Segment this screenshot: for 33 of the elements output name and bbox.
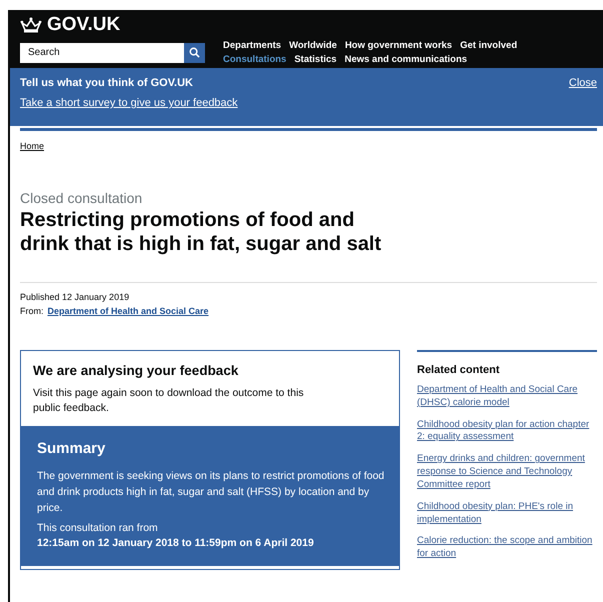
related-title: Related content (417, 364, 501, 376)
consultation-dates: 12:15am on 12 January 2018 to 11:59pm on 6 April 2019 (37, 536, 315, 552)
close-link[interactable]: Close (568, 77, 597, 89)
related-link[interactable]: Childhood obesity plan for action chapter 2: equality assessment (417, 418, 597, 444)
related-link[interactable]: Childhood obesity plan: PHE's role in implementation (417, 500, 597, 526)
survey-link[interactable]: Take a short survey to give us your feedback (20, 97, 238, 109)
nav-link[interactable]: News and communications (344, 54, 468, 65)
notice-title: We are analysing your feedback (33, 363, 240, 378)
related-link[interactable]: Energy drinks and children: government response to Science and Technology Committee report (417, 453, 597, 492)
from-label: From: (20, 306, 44, 316)
nav-link[interactable]: Consultations (223, 54, 286, 65)
search-icon (189, 47, 200, 58)
page-title: Restricting promotions of food and drink that is high in fat, sugar and salt (20, 208, 382, 256)
search-button[interactable] (184, 42, 205, 62)
published-date: Published 12 January 2019 (20, 292, 130, 302)
related-link[interactable]: Calorie reduction: the scope and ambition for action (417, 535, 597, 561)
organisation-link[interactable]: Department of Health and Social Care (48, 306, 209, 316)
consultation-period-label: This consultation ran from (37, 520, 159, 536)
notice-text: Visit this page again soon to download the outcome to this public feedback. (33, 386, 305, 416)
site-logo[interactable]: GOV.UK (47, 14, 120, 36)
summary-title: Summary (37, 440, 106, 458)
search-field[interactable]: Search (20, 42, 184, 62)
page-caption: Closed consultation (20, 190, 144, 206)
nav-link[interactable]: Worldwide (289, 40, 337, 51)
nav-link[interactable]: Get involved (460, 40, 518, 51)
breadcrumb-link[interactable]: Home (20, 141, 44, 151)
nav-link[interactable]: How government works (344, 40, 452, 51)
nav-link[interactable]: Departments (223, 40, 282, 51)
summary-text: The government is seeking views on its plans to restrict promotions of food and drink products high in fat, sugar and salt (HFSS) by location and by price. (37, 469, 386, 516)
banner-title: Tell us what you think of GOV.UK (20, 77, 193, 89)
nav-link[interactable]: Statistics (294, 54, 337, 65)
crown-icon (20, 17, 42, 33)
related-link[interactable]: Department of Health and Social Care (DHSC) calorie model (417, 384, 597, 410)
